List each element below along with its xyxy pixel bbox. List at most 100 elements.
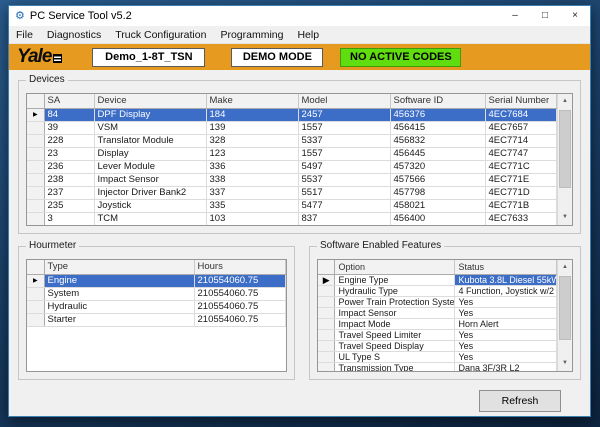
row-selector[interactable]: ▶ xyxy=(27,274,44,287)
row-selector[interactable] xyxy=(318,319,335,330)
devices-scrollbar[interactable]: ▲ ▼ xyxy=(557,94,572,225)
row-selector[interactable] xyxy=(318,308,335,319)
features-cell[interactable]: Yes xyxy=(455,352,557,363)
devices-cell[interactable]: VSM xyxy=(94,121,206,134)
maximize-button[interactable]: □ xyxy=(530,6,560,26)
menu-help[interactable]: Help xyxy=(290,27,326,43)
refresh-button[interactable]: Refresh xyxy=(479,390,561,412)
menu-truck-configuration[interactable]: Truck Configuration xyxy=(108,27,213,43)
features-row[interactable]: Impact ModeHorn Alert xyxy=(318,319,557,330)
features-row[interactable]: Travel Speed DisplayYes xyxy=(318,341,557,352)
devices-cell[interactable]: 4EC7684 xyxy=(485,108,557,121)
row-selector[interactable] xyxy=(318,330,335,341)
devices-cell[interactable]: 2457 xyxy=(298,108,390,121)
row-selector[interactable] xyxy=(27,199,44,212)
devices-row[interactable]: 237Injector Driver Bank233755174577984EC… xyxy=(27,186,557,199)
row-selector[interactable] xyxy=(27,300,44,313)
devices-cell[interactable]: 456400 xyxy=(390,212,485,225)
devices-row[interactable]: 238Impact Sensor33855374575664EC771E xyxy=(27,173,557,186)
features-row[interactable]: Impact SensorYes xyxy=(318,308,557,319)
devices-cell[interactable]: 4EC7747 xyxy=(485,147,557,160)
devices-cell[interactable]: 84 xyxy=(44,108,94,121)
scroll-down-icon[interactable]: ▼ xyxy=(558,356,572,371)
features-cell[interactable]: 4 Function, Joystick w/2 rollers, w/Aux … xyxy=(455,286,557,297)
devices-cell[interactable]: 457566 xyxy=(390,173,485,186)
features-scrollbar[interactable]: ▲ ▼ xyxy=(557,260,572,371)
devices-cell[interactable]: 4EC771B xyxy=(485,199,557,212)
features-cell[interactable]: Impact Mode xyxy=(335,319,455,330)
hourmeter-cell[interactable]: 210554060.75 xyxy=(194,287,285,300)
devices-cell[interactable]: DPF Display xyxy=(94,108,206,121)
devices-cell[interactable]: 39 xyxy=(44,121,94,134)
hourmeter-cell[interactable]: 210554060.75 xyxy=(194,300,285,313)
column-header[interactable]: Serial Number xyxy=(485,94,557,108)
row-selector[interactable] xyxy=(27,313,44,326)
devices-row[interactable]: 23Display12315574564454EC7747 xyxy=(27,147,557,160)
features-row[interactable]: Hydraulic Type4 Function, Joystick w/2 r… xyxy=(318,286,557,297)
column-header[interactable]: Status xyxy=(455,260,557,275)
devices-cell[interactable]: 5537 xyxy=(298,173,390,186)
features-cell[interactable]: Dana 3F/3R L2 xyxy=(455,363,557,373)
devices-cell[interactable]: 139 xyxy=(206,121,298,134)
features-cell[interactable]: Yes xyxy=(455,341,557,352)
devices-cell[interactable]: TCM xyxy=(94,212,206,225)
hourmeter-row[interactable]: Starter210554060.75 xyxy=(27,313,285,326)
features-row[interactable]: Transmission TypeDana 3F/3R L2 xyxy=(318,363,557,373)
scroll-down-icon[interactable]: ▼ xyxy=(558,210,572,225)
devices-cell[interactable]: 457798 xyxy=(390,186,485,199)
features-cell[interactable]: Power Train Protection System xyxy=(335,297,455,308)
row-selector[interactable] xyxy=(318,297,335,308)
row-selector[interactable] xyxy=(27,287,44,300)
scroll-up-icon[interactable]: ▲ xyxy=(558,260,572,275)
menu-file[interactable]: File xyxy=(9,27,40,43)
devices-cell[interactable]: 238 xyxy=(44,173,94,186)
devices-cell[interactable]: 5517 xyxy=(298,186,390,199)
devices-cell[interactable]: 184 xyxy=(206,108,298,121)
devices-cell[interactable]: Impact Sensor xyxy=(94,173,206,186)
devices-cell[interactable]: Injector Driver Bank2 xyxy=(94,186,206,199)
devices-cell[interactable]: Display xyxy=(94,147,206,160)
features-cell[interactable]: UL Type S xyxy=(335,352,455,363)
hourmeter-row[interactable]: ▶Engine210554060.75 xyxy=(27,274,285,287)
devices-row[interactable]: 236Lever Module33654974573204EC771C xyxy=(27,160,557,173)
devices-cell[interactable]: 335 xyxy=(206,199,298,212)
hourmeter-cell[interactable]: 210554060.75 xyxy=(194,274,285,287)
row-selector[interactable] xyxy=(318,286,335,297)
features-row[interactable]: Power Train Protection SystemYes xyxy=(318,297,557,308)
column-header[interactable]: Make xyxy=(206,94,298,108)
column-header[interactable]: SA xyxy=(44,94,94,108)
hourmeter-cell[interactable]: System xyxy=(44,287,194,300)
devices-cell[interactable]: 328 xyxy=(206,134,298,147)
row-selector[interactable] xyxy=(27,134,44,147)
features-cell[interactable]: Kubota 3.8L Diesel 55kW Stage 5 xyxy=(455,275,557,286)
devices-cell[interactable]: 23 xyxy=(44,147,94,160)
devices-cell[interactable]: 4EC7633 xyxy=(485,212,557,225)
hourmeter-cell[interactable]: 210554060.75 xyxy=(194,313,285,326)
features-cell[interactable]: Yes xyxy=(455,308,557,319)
column-header[interactable]: Type xyxy=(44,260,194,274)
row-selector[interactable] xyxy=(27,160,44,173)
devices-cell[interactable]: 1557 xyxy=(298,147,390,160)
devices-cell[interactable]: 456415 xyxy=(390,121,485,134)
devices-cell[interactable]: Joystick xyxy=(94,199,206,212)
features-cell[interactable]: Horn Alert xyxy=(455,319,557,330)
row-selector[interactable] xyxy=(318,363,335,373)
row-selector[interactable] xyxy=(27,186,44,199)
devices-row[interactable]: 39VSM13915574564154EC7657 xyxy=(27,121,557,134)
close-button[interactable]: × xyxy=(560,6,590,26)
devices-cell[interactable]: 457320 xyxy=(390,160,485,173)
features-cell[interactable]: Impact Sensor xyxy=(335,308,455,319)
hourmeter-cell[interactable]: Engine xyxy=(44,274,194,287)
hourmeter-row[interactable]: Hydraulic210554060.75 xyxy=(27,300,285,313)
devices-cell[interactable]: 458021 xyxy=(390,199,485,212)
devices-row[interactable]: 228Translator Module32853374568324EC7714 xyxy=(27,134,557,147)
features-cell[interactable]: Travel Speed Display xyxy=(335,341,455,352)
features-row[interactable]: UL Type SYes xyxy=(318,352,557,363)
scrollbar-thumb[interactable] xyxy=(559,110,571,188)
devices-cell[interactable]: 236 xyxy=(44,160,94,173)
devices-cell[interactable]: 456832 xyxy=(390,134,485,147)
row-selector[interactable]: ▶ xyxy=(27,108,44,121)
devices-cell[interactable]: 338 xyxy=(206,173,298,186)
row-selector[interactable] xyxy=(27,212,44,225)
devices-row[interactable]: ▶84DPF Display18424574563764EC7684 xyxy=(27,108,557,121)
